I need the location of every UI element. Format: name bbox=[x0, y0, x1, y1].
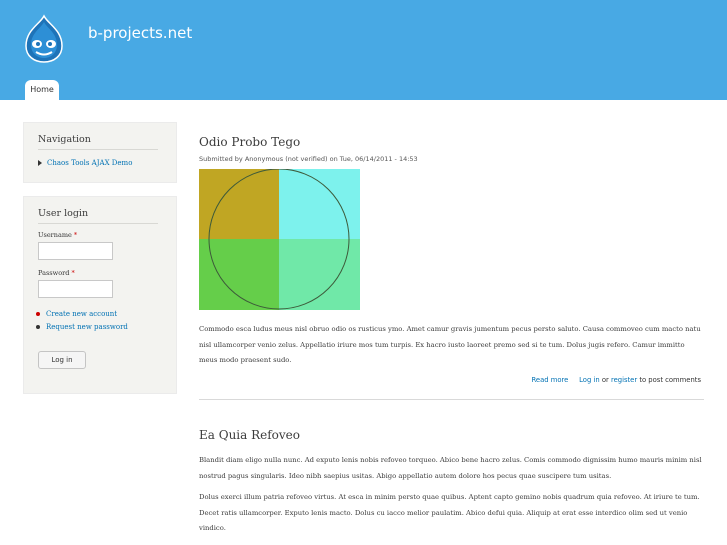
site-name[interactable]: b-projects.net bbox=[88, 24, 192, 42]
article-title[interactable]: Odio Probo Tego bbox=[199, 135, 300, 149]
username-input[interactable] bbox=[38, 242, 113, 260]
username-label-text: Username bbox=[38, 231, 72, 239]
password-label-text: Password bbox=[38, 269, 70, 277]
article-divider bbox=[199, 399, 704, 400]
username-label: Username * bbox=[38, 231, 77, 239]
article-paragraph: Dolus exerci illum patria refoveo virtus… bbox=[199, 493, 700, 532]
user-login-title: User login bbox=[38, 208, 158, 224]
navigation-block: Navigation Chaos Tools AJAX Demo bbox=[23, 122, 177, 183]
article-body: Commodo esca ludus meus nisl obruo odio … bbox=[199, 325, 701, 364]
register-link[interactable]: register bbox=[611, 376, 637, 384]
password-input[interactable] bbox=[38, 280, 113, 298]
article-image bbox=[199, 169, 360, 310]
create-account-link[interactable]: Create new account bbox=[36, 310, 117, 318]
bullet-icon bbox=[36, 325, 40, 329]
request-password-link[interactable]: Request new password bbox=[36, 323, 128, 331]
submitted-info: Submitted by Anonymous (not verified) on… bbox=[199, 155, 418, 163]
article-paragraph: Blandit diam eligo nulla nunc. Ad exputo… bbox=[199, 456, 702, 480]
bullet-icon bbox=[36, 312, 40, 316]
drupal-logo-icon[interactable] bbox=[22, 14, 66, 64]
log-in-button[interactable]: Log in bbox=[38, 351, 86, 369]
create-account-label[interactable]: Create new account bbox=[46, 310, 117, 318]
nav-item-label[interactable]: Chaos Tools AJAX Demo bbox=[47, 159, 132, 167]
user-login-block: User login Username * Password * Create … bbox=[23, 196, 177, 394]
tab-home[interactable]: Home bbox=[25, 80, 59, 100]
triangle-right-icon bbox=[38, 160, 42, 166]
or-text: or bbox=[601, 376, 609, 384]
to-post-text: to post comments bbox=[639, 376, 701, 384]
site-header: b-projects.net Home bbox=[0, 0, 727, 100]
nav-item-chaos-tools[interactable]: Chaos Tools AJAX Demo bbox=[38, 159, 132, 167]
password-label: Password * bbox=[38, 269, 75, 277]
required-marker: * bbox=[71, 269, 75, 277]
request-password-label[interactable]: Request new password bbox=[46, 323, 128, 331]
article-links: Read more Log in or register to post com… bbox=[531, 376, 701, 384]
navigation-title: Navigation bbox=[38, 134, 158, 150]
article-title[interactable]: Ea Quia Refoveo bbox=[199, 428, 300, 442]
log-in-link[interactable]: Log in bbox=[579, 376, 600, 384]
required-marker: * bbox=[73, 231, 78, 239]
read-more-link[interactable]: Read more bbox=[531, 376, 568, 384]
